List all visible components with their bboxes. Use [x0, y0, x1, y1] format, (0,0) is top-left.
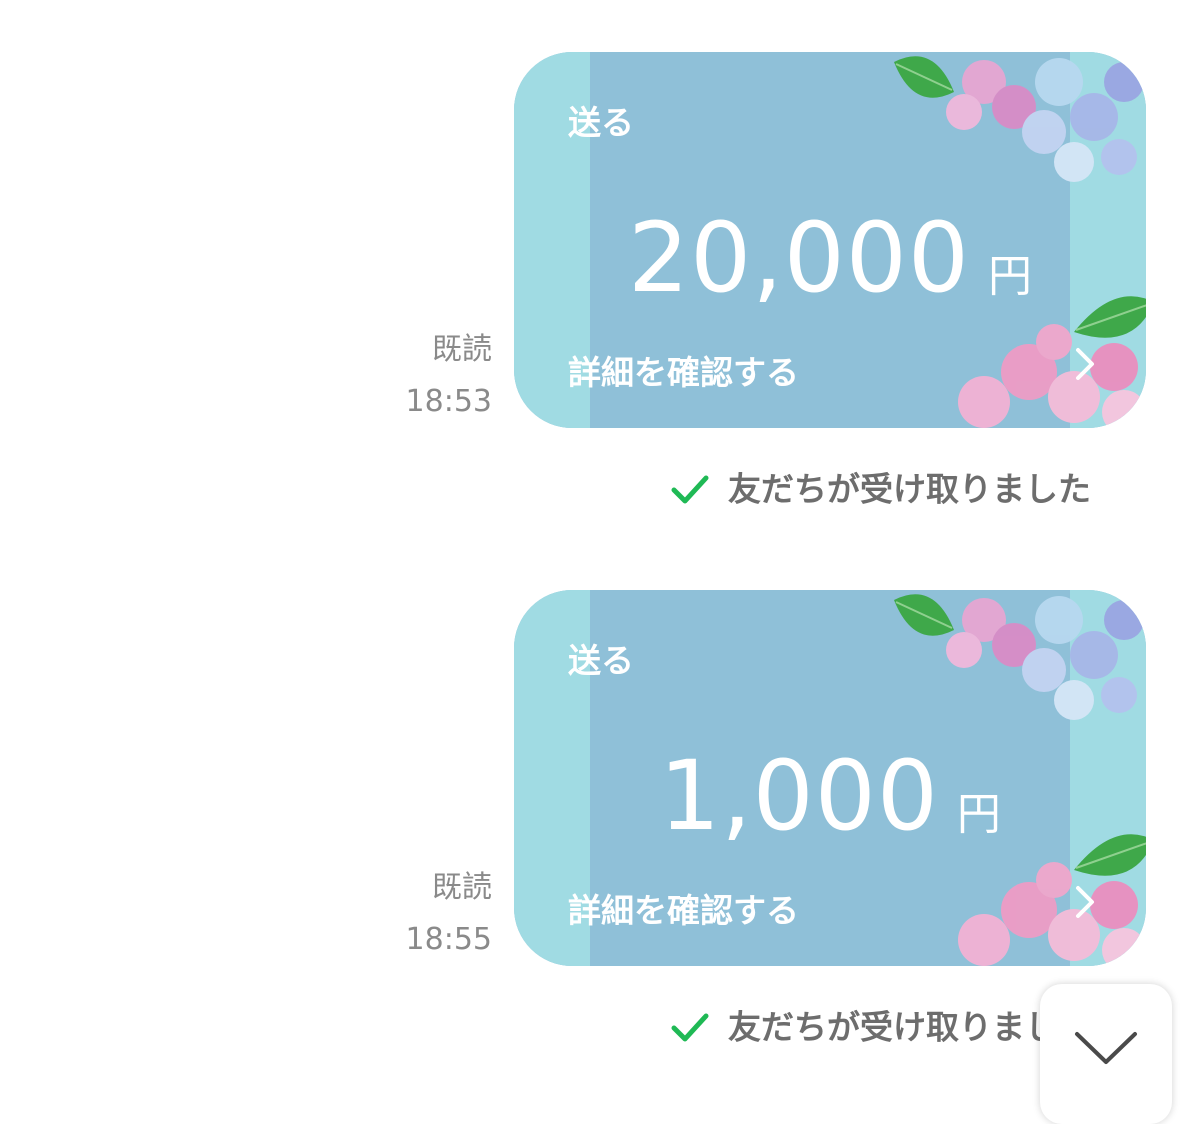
scroll-to-bottom-button[interactable]: [1040, 984, 1172, 1124]
transfer-amount: 1,000: [659, 740, 939, 852]
currency-unit: 円: [956, 789, 1001, 840]
read-receipt-label: 既読: [432, 870, 492, 905]
received-status-text: 友だちが受け取りました: [728, 1007, 1091, 1047]
checkmark-icon: [671, 475, 709, 503]
chevron-right-icon: [1076, 348, 1094, 380]
message-timestamp: 18:53: [405, 384, 492, 419]
chevron-right-icon: [1076, 886, 1094, 918]
money-transfer-card[interactable]: 送る 20,000 円 詳細を確認する: [514, 52, 1146, 428]
message-meta: 既読 18:55: [406, 862, 492, 966]
received-status-text: 友だちが受け取りました: [728, 469, 1091, 509]
received-status: 友だちが受け取りました: [668, 1004, 1091, 1050]
card-send-label: 送る: [568, 641, 634, 680]
read-receipt-label: 既読: [432, 332, 492, 367]
money-transfer-card[interactable]: 送る 1,000 円 詳細を確認する: [514, 590, 1146, 966]
view-details-link[interactable]: 詳細を確認する: [568, 346, 799, 394]
message-timestamp: 18:55: [405, 922, 492, 957]
checkmark-icon: [671, 1013, 709, 1041]
chevron-down-icon: [1075, 1032, 1137, 1064]
transfer-amount: 20,000: [628, 202, 970, 314]
amount-row: 1,000 円: [514, 740, 1146, 852]
received-status: 友だちが受け取りました: [668, 466, 1091, 512]
amount-row: 20,000 円: [514, 202, 1146, 314]
card-send-label: 送る: [568, 103, 634, 142]
view-details-link[interactable]: 詳細を確認する: [568, 884, 799, 932]
message-meta: 既読 18:53: [406, 324, 492, 428]
currency-unit: 円: [987, 251, 1032, 302]
